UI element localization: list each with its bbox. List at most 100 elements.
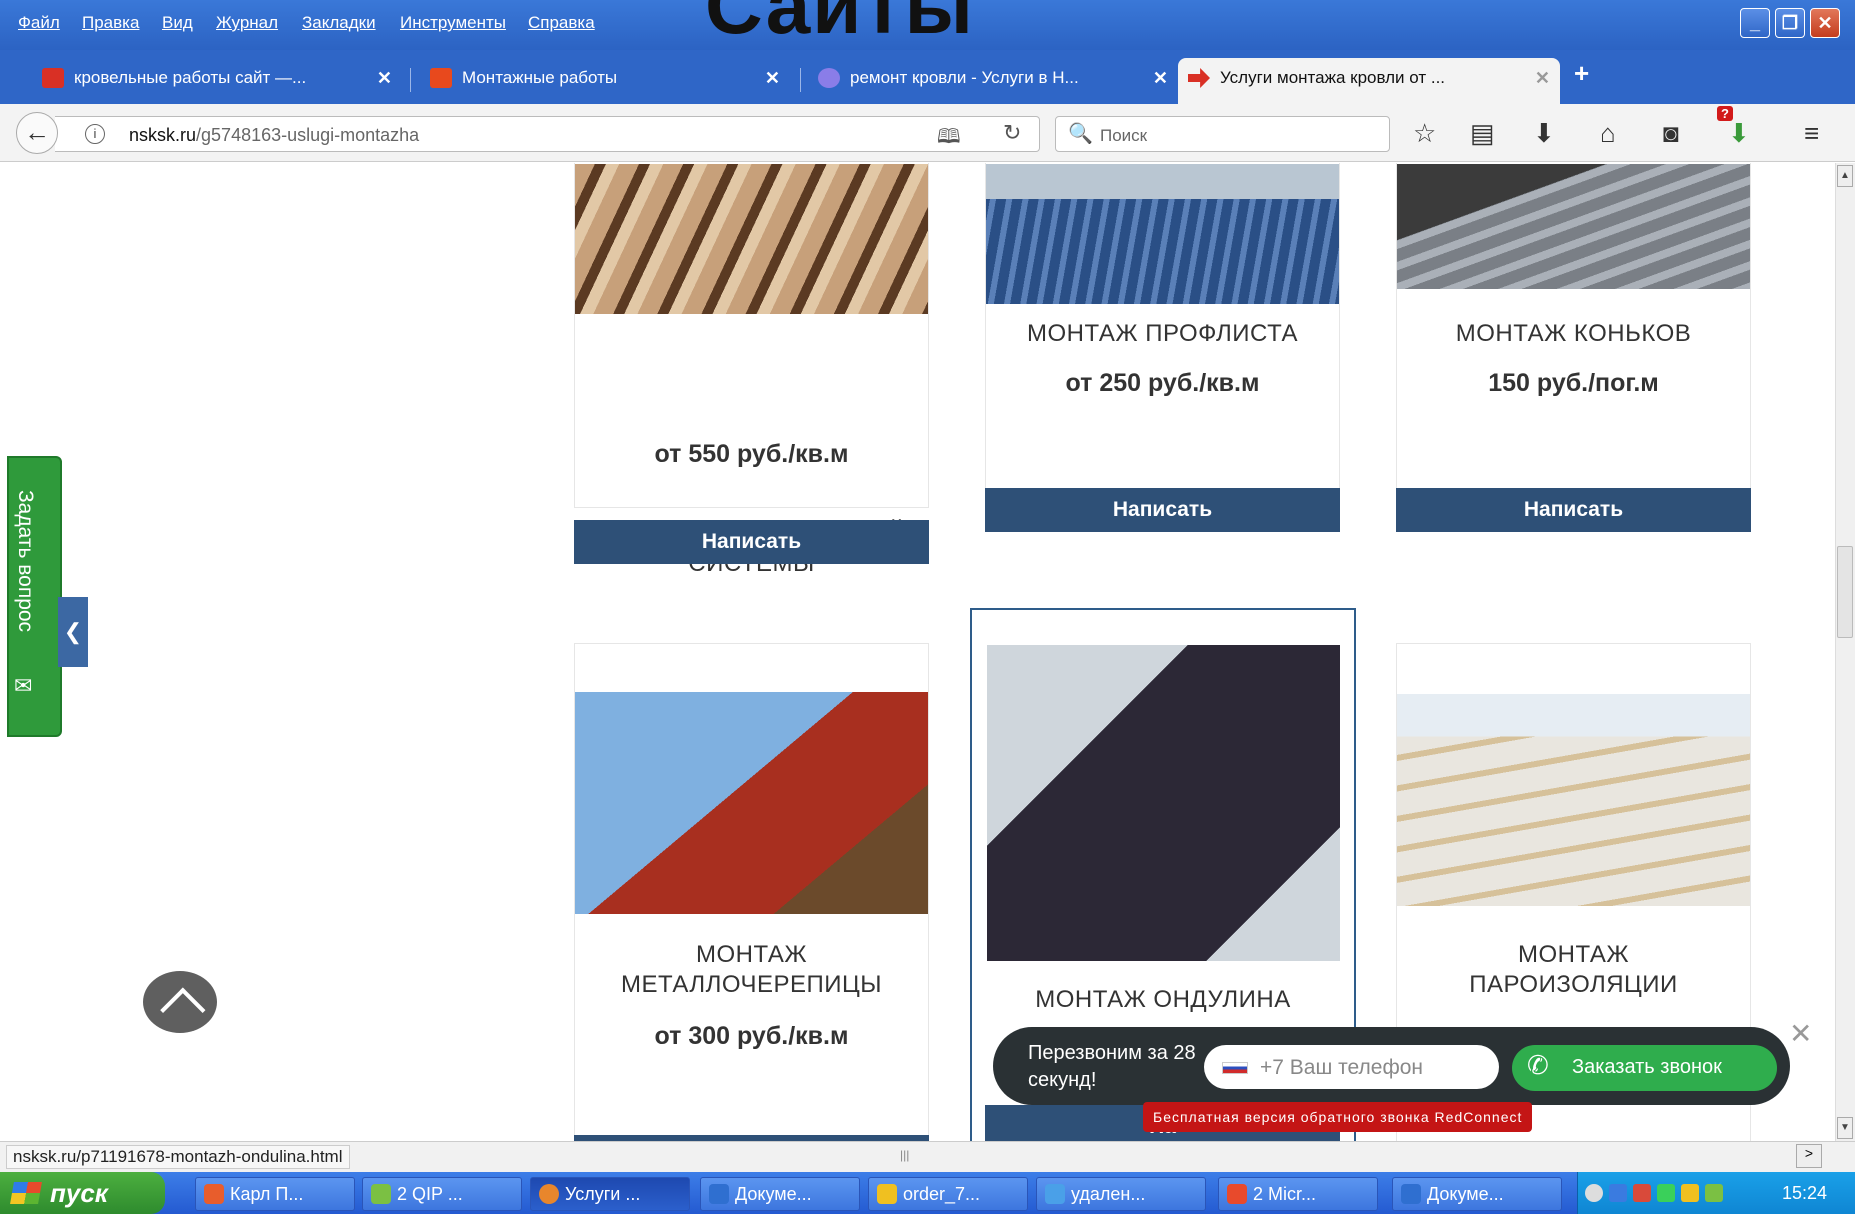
taskbar-item[interactable]: Докуме... <box>1392 1177 1562 1211</box>
url-text[interactable]: nsksk.ru/g5748163-uslugi-montazha <box>129 125 419 146</box>
scroll-down-arrow-icon[interactable]: ▼ <box>1837 1117 1853 1139</box>
close-tab-icon[interactable]: ✕ <box>377 58 392 98</box>
card-price: от 550 руб./кв.м <box>654 440 849 468</box>
new-tab-plus-icon[interactable]: + <box>1574 58 1589 89</box>
reader-view-icon[interactable]: 🕮 <box>937 122 961 156</box>
taskbar-item[interactable]: 2 Micr... <box>1218 1177 1378 1211</box>
card-price: 150 руб./пог.м <box>1488 369 1659 397</box>
menu-view[interactable]: Вид <box>162 13 193 33</box>
service-card[interactable]: МОНТАЖ МЕТАЛЛОЧЕРЕПИЦЫ от 300 руб./кв.м <box>574 643 929 1141</box>
taskbar-item[interactable]: 2 QIP ... <box>362 1177 522 1211</box>
download-icon[interactable]: ⬇ <box>1533 118 1555 149</box>
restore-button[interactable]: ❐ <box>1775 8 1805 38</box>
vapor-barrier-photo <box>1397 694 1750 906</box>
taskbar-item[interactable]: order_7... <box>868 1177 1028 1211</box>
menu-file[interactable]: Файл <box>18 13 60 33</box>
navigation-bar: i nsksk.ru/g5748163-uslugi-montazha 🕮 ↻ … <box>0 104 1855 162</box>
ridge-photo <box>1397 164 1750 289</box>
phone-icon: ✆ <box>1527 1050 1549 1080</box>
resize-grip[interactable]: ||| <box>900 1148 909 1162</box>
menu-edit[interactable]: Правка <box>82 13 139 33</box>
order-call-label: Заказать звонок <box>1572 1056 1722 1078</box>
free-version-notice[interactable]: Бесплатная версия обратного звонка RedCo… <box>1143 1102 1533 1132</box>
clock: 15:24 <box>1782 1183 1828 1203</box>
menu-bookmarks[interactable]: Закладки <box>302 13 376 33</box>
card-title: МОНТАЖ КОНЬКОВ <box>1455 320 1692 347</box>
site-favicon-icon <box>430 68 452 88</box>
url-bar[interactable]: i nsksk.ru/g5748163-uslugi-montazha 🕮 ↻ <box>55 116 1040 152</box>
yandex-icon <box>42 68 64 88</box>
collapse-arrow-icon[interactable]: ❮ <box>58 597 88 667</box>
card-title: МОНТАЖ МЕТАЛЛОЧЕРЕПИЦЫ <box>620 941 883 998</box>
write-button[interactable]: Написать <box>1396 488 1751 532</box>
update-badge: ? <box>1717 106 1733 121</box>
pocket-icon[interactable]: ◙ <box>1663 118 1679 149</box>
site-favicon-icon <box>818 68 840 88</box>
ondulin-photo <box>987 645 1340 961</box>
close-icon[interactable]: ✕ <box>1789 1017 1812 1050</box>
qip-icon <box>371 1184 391 1204</box>
menu-tools[interactable]: Инструменты <box>400 13 506 33</box>
qip-tray-icon[interactable] <box>1705 1184 1723 1202</box>
tab-label: Монтажные работы <box>462 68 618 87</box>
write-button[interactable]: Написать <box>574 520 929 564</box>
back-button[interactable]: ← <box>16 112 58 154</box>
write-button[interactable]: Написать <box>985 488 1340 532</box>
status-bar: nsksk.ru/p71191678-montazh-ondulina.html… <box>0 1141 1855 1172</box>
security-icon[interactable] <box>1633 1184 1651 1202</box>
app-icon <box>204 1184 224 1204</box>
bookmark-star-icon[interactable]: ☆ <box>1413 118 1436 149</box>
service-card[interactable]: МОНТАЖ КОНЬКОВ 150 руб./пог.м <box>1396 163 1751 508</box>
card-title: МОНТАЖ ПАРОИЗОЛЯЦИИ <box>1469 941 1678 998</box>
minimize-button[interactable]: _ <box>1740 8 1770 38</box>
office-icon <box>1227 1184 1247 1204</box>
card-price: от 250 руб./кв.м <box>1065 369 1260 397</box>
vertical-scrollbar[interactable] <box>1835 163 1855 1141</box>
status-url: nsksk.ru/p71191678-montazh-ondulina.html <box>6 1145 350 1169</box>
remote-desktop-icon <box>1045 1184 1065 1204</box>
messenger-icon[interactable] <box>1657 1184 1675 1202</box>
menu-history[interactable]: Журнал <box>216 13 278 33</box>
home-icon[interactable]: ⌂ <box>1600 118 1616 149</box>
phone-placeholder: +7 Ваш телефон <box>1260 1056 1423 1079</box>
search-bar[interactable]: 🔍 Поиск <box>1055 116 1390 152</box>
close-window-button[interactable]: ✕ <box>1810 8 1840 38</box>
tab-roof-installation[interactable]: Услуги монтажа кровли от ... ✕ <box>1178 58 1560 104</box>
callback-text: Перезвоним за 28 секунд! <box>1028 1042 1196 1091</box>
close-tab-icon[interactable]: ✕ <box>1535 58 1550 98</box>
metal-tile-photo <box>575 692 928 914</box>
card-title: МОНТАЖ ПРОФЛИСТА <box>1027 320 1298 347</box>
scrollbar-thumb[interactable] <box>1837 546 1853 638</box>
tab-installation-works[interactable]: Монтажные работы ✕ <box>420 58 790 98</box>
hamburger-menu-icon[interactable]: ≡ <box>1804 118 1819 149</box>
tab-roofing-site[interactable]: кровельные работы сайт —... ✕ <box>32 58 402 98</box>
close-tab-icon[interactable]: ✕ <box>1153 58 1168 98</box>
word-icon <box>709 1184 729 1204</box>
tab-roof-repair[interactable]: ремонт кровли - Услуги в Н... ✕ <box>808 58 1178 98</box>
service-card[interactable]: МОНТАЖ ПРОФЛИСТА от 250 руб./кв.м <box>985 163 1340 508</box>
volume-icon[interactable] <box>1681 1184 1699 1202</box>
taskbar-item-active[interactable]: Услуги ... <box>530 1177 690 1211</box>
taskbar-item[interactable]: Карл П... <box>195 1177 355 1211</box>
arrow-favicon-icon <box>1188 68 1210 88</box>
search-placeholder: Поиск <box>1100 126 1148 145</box>
taskbar-item[interactable]: Докуме... <box>700 1177 860 1211</box>
site-info-icon[interactable]: i <box>85 124 105 144</box>
profile-sheet-photo <box>986 164 1339 304</box>
bookmarks-list-icon[interactable]: ▤ <box>1470 118 1495 149</box>
reload-icon[interactable]: ↻ <box>1003 120 1021 146</box>
close-tab-icon[interactable]: ✕ <box>765 58 780 98</box>
ask-question-label: Задать вопрос <box>14 490 37 633</box>
russia-flag-icon <box>1222 1062 1248 1074</box>
network-icon[interactable] <box>1609 1184 1627 1202</box>
scroll-right-arrow-icon[interactable]: > <box>1796 1144 1822 1168</box>
tray-chevron-icon[interactable] <box>1585 1184 1603 1202</box>
search-icon: 🔍 <box>1068 123 1093 145</box>
scroll-up-arrow-icon[interactable]: ▲ <box>1837 165 1853 187</box>
menu-help[interactable]: Справка <box>528 13 595 33</box>
rafters-photo <box>575 164 928 314</box>
update-download-icon[interactable]: ⬇ <box>1728 118 1750 149</box>
firefox-icon <box>539 1184 559 1204</box>
taskbar-item[interactable]: удален... <box>1036 1177 1206 1211</box>
card-price: от 300 руб./кв.м <box>654 1022 849 1050</box>
